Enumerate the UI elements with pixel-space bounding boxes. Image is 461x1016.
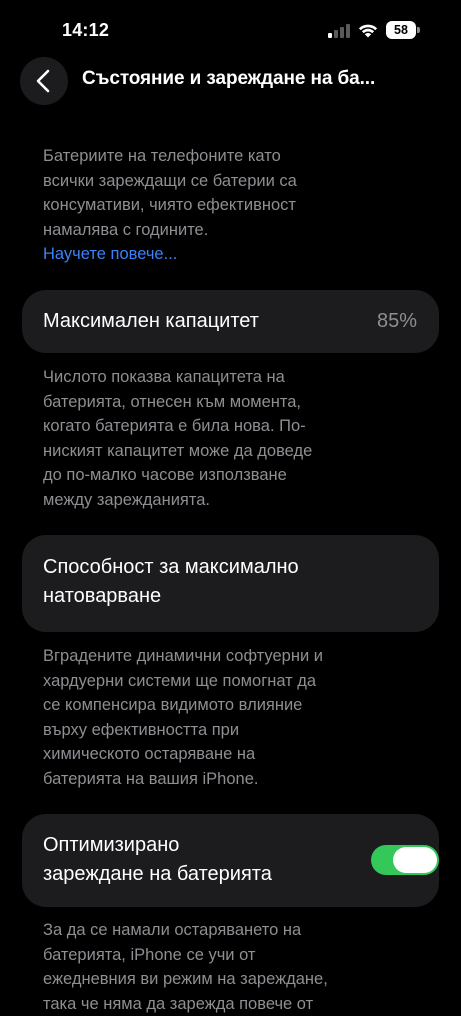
max-capacity-row: Максимален капацитет 85% [22, 290, 439, 353]
status-bar: 14:12 58 [0, 0, 461, 60]
page-title: Състояние и зареждане на ба... [82, 68, 376, 89]
peak-performance-label: Способност за максимално натоварване [43, 556, 299, 607]
status-time: 14:12 [62, 20, 110, 40]
learn-more-link[interactable]: Научете повече... [43, 242, 423, 267]
peak-performance-description: Вградените динамични софтуерни и хардуер… [43, 647, 323, 788]
wifi-icon [358, 24, 378, 38]
peak-performance-row: Способност за максимално натоварване [22, 535, 439, 632]
optimized-charging-row: Оптимизирано зареждане на батерията [22, 814, 439, 907]
chevron-left-icon [36, 69, 50, 93]
cellular-signal-icon [328, 24, 350, 38]
back-button[interactable] [20, 57, 68, 105]
optimized-charging-toggle[interactable] [371, 845, 439, 875]
max-capacity-label: Максимален капацитет [43, 310, 259, 332]
battery-level: 58 [394, 23, 408, 37]
max-capacity-description: Числото показва капацитета на батерията,… [43, 368, 313, 509]
optimized-charging-description: За да се намали остаряването на батерият… [43, 921, 328, 1013]
toggle-knob [393, 847, 437, 873]
intro-description: Батериите на телефоните като всички заре… [43, 144, 423, 267]
battery-icon: 58 [386, 21, 420, 39]
optimized-charging-label: Оптимизирано зареждане на батерията [43, 834, 272, 885]
max-capacity-value: 85% [376, 310, 417, 332]
